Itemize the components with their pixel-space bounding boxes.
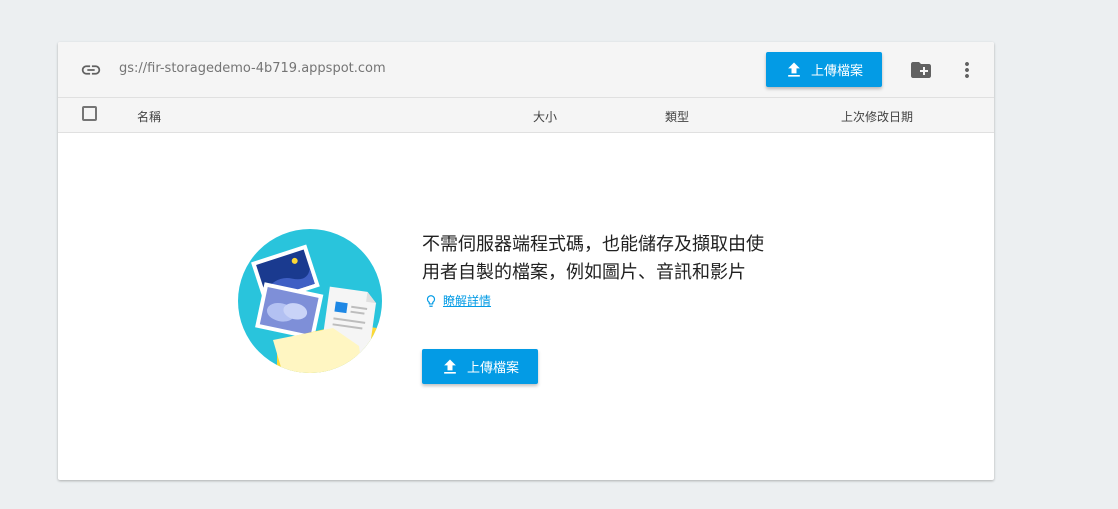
more-vert-icon[interactable] [955,58,979,82]
storage-toolbar: gs://fir-storagedemo-4b719.appspot.com 上… [58,42,994,98]
empty-storage-illustration [238,229,382,373]
empty-state-message: 不需伺服器端程式碼，也能儲存及擷取由使 用者自製的檔案，例如圖片、音訊和影片 [422,231,842,287]
storage-card: gs://fir-storagedemo-4b719.appspot.com 上… [58,42,994,480]
lightbulb-icon [426,294,436,307]
link-icon [81,65,101,75]
empty-state-line-1: 不需伺服器端程式碼，也能儲存及擷取由使 [422,234,764,255]
column-header-name[interactable]: 名稱 [137,108,161,125]
empty-state-line-2: 用者自製的檔案，例如圖片、音訊和影片 [422,262,746,283]
table-header-row: 名稱 大小 類型 上次修改日期 [58,98,994,133]
column-header-size[interactable]: 大小 [533,108,557,125]
select-all-checkbox[interactable] [82,106,97,121]
create-folder-icon[interactable] [909,58,933,82]
upload-file-label: 上傳檔案 [467,361,520,376]
learn-more-link[interactable]: 瞭解詳情 [424,292,491,309]
column-header-type[interactable]: 類型 [665,108,689,125]
upload-file-button[interactable]: 上傳檔案 [766,52,882,87]
upload-icon [788,62,800,77]
bucket-path: gs://fir-storagedemo-4b719.appspot.com [119,61,386,76]
upload-icon [444,359,456,374]
column-header-modified[interactable]: 上次修改日期 [841,108,913,125]
upload-file-label: 上傳檔案 [811,64,864,79]
learn-more-label: 瞭解詳情 [443,294,492,308]
upload-file-button-main[interactable]: 上傳檔案 [422,349,538,384]
